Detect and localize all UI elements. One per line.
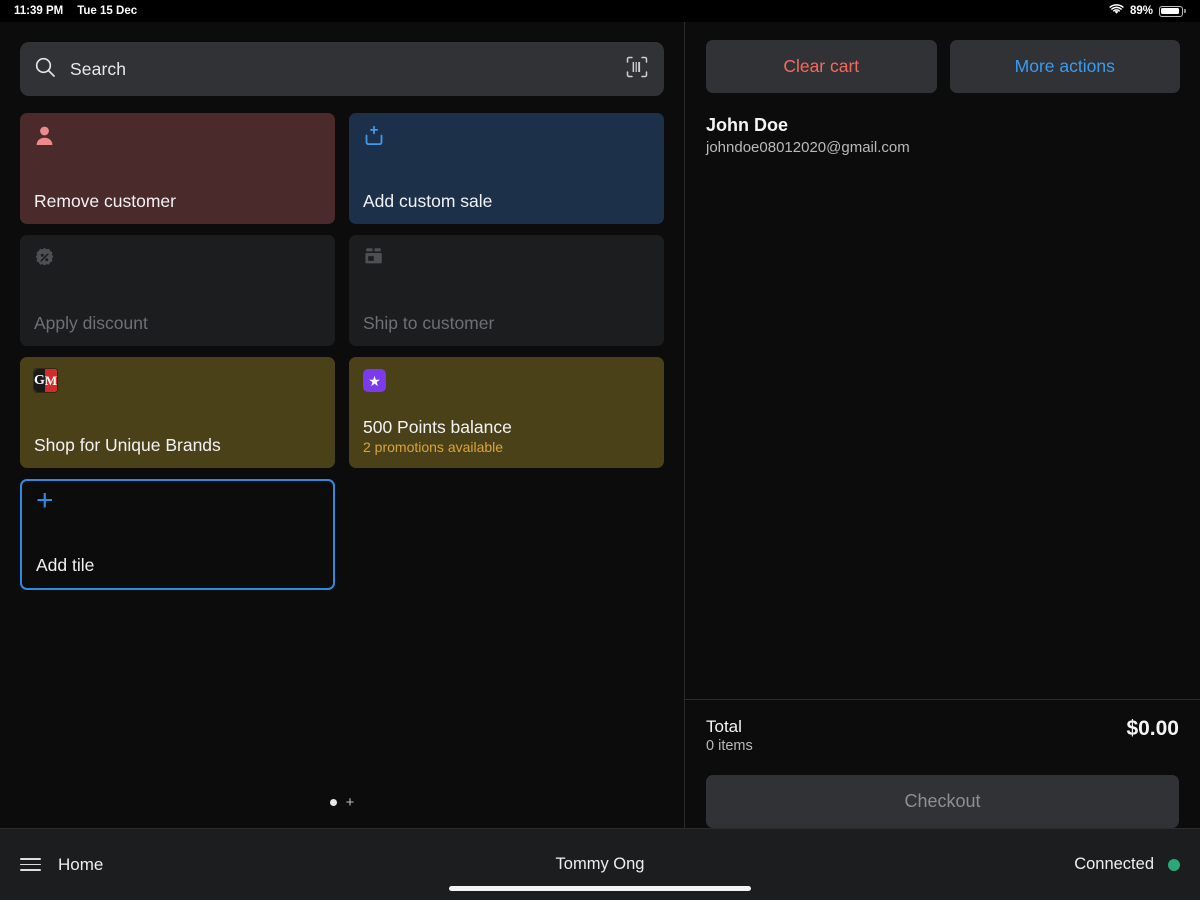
customer-email: johndoe08012020@gmail.com (706, 139, 910, 157)
more-actions-button[interactable]: More actions (949, 40, 1180, 93)
percent-badge-icon (34, 247, 321, 273)
total-label: Total (706, 717, 742, 736)
plus-icon: + (36, 484, 54, 517)
add-page-button[interactable]: + (346, 795, 355, 810)
hamburger-menu-icon (20, 857, 41, 872)
ios-status-bar: 11:39 PM Tue 15 Dec 89% (0, 0, 1200, 22)
status-bar-date: Tue 15 Dec (77, 5, 138, 17)
home-menu-button[interactable]: Home (20, 855, 103, 875)
current-user-label: Tommy Ong (555, 855, 645, 873)
total-amount: $0.00 (1126, 717, 1179, 740)
clear-cart-button[interactable]: Clear cart (706, 40, 937, 93)
bottom-navigation-bar: Home Tommy Ong Connected (0, 828, 1200, 900)
cart-pane: Clear cart More actions John Doe johndoe… (684, 22, 1200, 828)
barcode-scan-icon[interactable] (626, 56, 648, 83)
tile-sublabel: 2 promotions available (363, 438, 504, 455)
tile-label: Add tile (36, 554, 95, 575)
search-placeholder-text: Search (70, 58, 127, 79)
tile-add-custom-sale-labels: Add custom sale (363, 191, 650, 211)
total-row: Total 0 items $0.00 (706, 717, 1179, 754)
battery-percent-label: 89% (1129, 5, 1153, 17)
tile-shop-unique-brands-labels: Shop for Unique Brands (34, 435, 321, 455)
main-split-layout: Search Remove customer Add custom sale A… (0, 22, 1200, 828)
total-item-count: 0 items (706, 738, 753, 754)
tile-label: Ship to customer (363, 312, 495, 333)
tile-apply-discount: Apply discount (20, 235, 335, 346)
gm-logo-icon: GM (34, 369, 321, 395)
home-indicator (449, 886, 751, 891)
cart-customer-info[interactable]: John Doe johndoe08012020@gmail.com (685, 93, 1200, 160)
connection-label: Connected (1074, 855, 1154, 873)
tile-label: Shop for Unique Brands (34, 434, 221, 455)
tile-points-balance-labels: 500 Points balance 2 promotions availabl… (363, 417, 650, 455)
tile-label: 500 Points balance (363, 416, 512, 437)
search-input[interactable]: Search (20, 42, 664, 96)
status-bar-right: 89% (1109, 4, 1186, 18)
page-dot-1[interactable] (329, 799, 337, 806)
tile-ship-to-customer-labels: Ship to customer (363, 313, 650, 333)
tile-label: Remove customer (34, 190, 176, 211)
connection-status-dot (1168, 858, 1180, 871)
tile-ship-to-customer: Ship to customer (349, 235, 664, 346)
pos-app-window: 11:39 PM Tue 15 Dec 89% Search Remove cu… (0, 0, 1200, 900)
search-icon (34, 56, 56, 83)
battery-icon (1159, 5, 1186, 17)
tile-add-tile[interactable]: + Add tile (20, 479, 335, 590)
tile-add-tile-labels: Add tile (36, 555, 319, 575)
add-to-cart-icon (363, 125, 650, 151)
package-box-icon (363, 247, 650, 273)
customer-name: John Doe (706, 115, 789, 135)
tile-shop-unique-brands[interactable]: GM Shop for Unique Brands (20, 357, 335, 468)
cart-action-buttons: Clear cart More actions (685, 22, 1200, 93)
tile-remove-customer-labels: Remove customer (34, 191, 321, 211)
status-bar-left: 11:39 PM Tue 15 Dec (14, 5, 137, 17)
smart-grid-pane: Search Remove customer Add custom sale A… (0, 22, 684, 828)
star-badge-icon: ★ (363, 369, 650, 395)
tile-label: Apply discount (34, 312, 148, 333)
home-label: Home (58, 854, 104, 874)
grid-pager: + (0, 795, 684, 810)
total-labels: Total 0 items (706, 717, 753, 754)
tile-remove-customer[interactable]: Remove customer (20, 113, 335, 224)
status-bar-time: 11:39 PM (14, 5, 64, 17)
tile-points-balance[interactable]: ★ 500 Points balance 2 promotions availa… (349, 357, 664, 468)
checkout-button[interactable]: Checkout (706, 775, 1179, 828)
person-icon (34, 125, 321, 151)
connection-status[interactable]: Connected (1074, 855, 1180, 874)
tile-label: Add custom sale (363, 190, 493, 211)
tile-add-custom-sale[interactable]: Add custom sale (349, 113, 664, 224)
cart-totals-section: Total 0 items $0.00 Checkout (685, 699, 1200, 828)
cart-line-items-empty-area (685, 160, 1200, 699)
tile-apply-discount-labels: Apply discount (34, 313, 321, 333)
wifi-icon (1109, 4, 1124, 18)
smart-grid-tiles: Remove customer Add custom sale Apply di… (20, 113, 664, 590)
